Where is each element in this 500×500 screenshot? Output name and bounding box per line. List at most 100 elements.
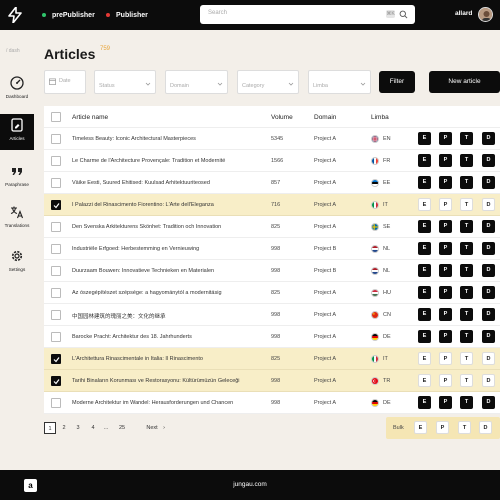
edit-button[interactable]: E xyxy=(418,242,431,255)
page-4[interactable]: 4 xyxy=(87,422,99,434)
article-name[interactable]: I Palazzi del Rinascimento Fiorentino: L… xyxy=(72,202,272,208)
table-row[interactable]: Väike Eesti, Suured Ehitised: Kuulsad Ar… xyxy=(44,172,500,194)
preview-button[interactable]: P xyxy=(439,176,452,189)
preview-button[interactable]: P xyxy=(439,396,452,409)
category-filter[interactable]: Category xyxy=(237,70,299,94)
delete-button[interactable]: D xyxy=(482,264,495,277)
delete-button[interactable]: D xyxy=(482,242,495,255)
table-row[interactable]: Az ószegépítészet szépsége: a hagyományt… xyxy=(44,282,500,304)
sidebar-item-dashboard[interactable]: Dashboard xyxy=(0,72,34,108)
page-2[interactable]: 2 xyxy=(58,422,70,434)
translate-button[interactable]: T xyxy=(460,396,473,409)
table-row[interactable]: I Palazzi del Rinascimento Fiorentino: L… xyxy=(44,194,500,216)
article-name[interactable]: Az ószegépítészet szépsége: a hagyományt… xyxy=(72,290,272,296)
translate-button[interactable]: T xyxy=(460,308,473,321)
article-name[interactable]: Le Charme de l'Architecture Provençale: … xyxy=(72,158,272,164)
edit-button[interactable]: E xyxy=(418,374,431,387)
new-article-button[interactable]: New article xyxy=(429,71,500,93)
translate-button[interactable]: T xyxy=(460,374,473,387)
delete-button[interactable]: D xyxy=(482,132,495,145)
article-name[interactable]: 中国园林建筑的瑰丽之美：文化的继承 xyxy=(72,312,272,320)
translate-button[interactable]: T xyxy=(460,154,473,167)
delete-button[interactable]: D xyxy=(482,396,495,409)
sidebar-item-settings[interactable]: Settings xyxy=(0,245,34,281)
page-25[interactable]: 25 xyxy=(116,422,128,434)
delete-button[interactable]: D xyxy=(482,374,495,387)
row-checkbox[interactable] xyxy=(51,178,61,188)
preview-button[interactable]: P xyxy=(439,286,452,299)
sidebar-item-paraphrase[interactable]: Paraphrase xyxy=(0,160,34,196)
row-checkbox[interactable] xyxy=(51,376,61,386)
row-checkbox[interactable] xyxy=(51,200,61,210)
table-row[interactable]: Barocke Pracht: Architektur des 18. Jahr… xyxy=(44,326,500,348)
page-3[interactable]: 3 xyxy=(72,422,84,434)
table-row[interactable]: Timeless Beauty: Iconic Architectural Ma… xyxy=(44,128,500,150)
row-checkbox[interactable] xyxy=(51,398,61,408)
sidebar-item-translations[interactable]: Translations xyxy=(0,201,34,237)
row-checkbox[interactable] xyxy=(51,244,61,254)
env-prepublisher[interactable]: prePublisher xyxy=(42,10,95,20)
edit-button[interactable]: E xyxy=(418,286,431,299)
breadcrumb[interactable]: / dash xyxy=(6,48,20,54)
bulk-publish-button[interactable]: P xyxy=(436,421,449,434)
row-checkbox[interactable] xyxy=(51,134,61,144)
delete-button[interactable]: D xyxy=(482,154,495,167)
user-name[interactable]: allard xyxy=(455,10,472,17)
page-1[interactable]: 1 xyxy=(44,422,56,434)
bolt-logo-icon[interactable] xyxy=(8,7,22,23)
header-article-name[interactable]: Article name xyxy=(72,114,272,121)
edit-button[interactable]: E xyxy=(418,330,431,343)
preview-button[interactable]: P xyxy=(439,220,452,233)
translate-button[interactable]: T xyxy=(460,286,473,299)
preview-button[interactable]: P xyxy=(439,352,452,365)
row-checkbox[interactable] xyxy=(51,310,61,320)
bulk-edit-button[interactable]: E xyxy=(414,421,427,434)
preview-button[interactable]: P xyxy=(439,154,452,167)
table-row[interactable]: Industriële Erfgoed: Herbestemming en Ve… xyxy=(44,238,500,260)
row-checkbox[interactable] xyxy=(51,156,61,166)
table-row[interactable]: Den Svenska Arkitekturens Skönhet: Tradi… xyxy=(44,216,500,238)
translate-button[interactable]: T xyxy=(460,242,473,255)
table-row[interactable]: Tarihi Binaların Korunması ve Restorasyo… xyxy=(44,370,500,392)
sidebar-item-articles[interactable]: Articles xyxy=(0,114,34,150)
preview-button[interactable]: P xyxy=(439,242,452,255)
search-icon[interactable] xyxy=(399,10,408,19)
preview-button[interactable]: P xyxy=(439,374,452,387)
header-volume[interactable]: Volume xyxy=(271,114,293,121)
bulk-translate-button[interactable]: T xyxy=(458,421,471,434)
delete-button[interactable]: D xyxy=(482,352,495,365)
header-domain[interactable]: Domain xyxy=(314,114,336,121)
edit-button[interactable]: E xyxy=(418,220,431,233)
delete-button[interactable]: D xyxy=(482,286,495,299)
translate-button[interactable]: T xyxy=(460,264,473,277)
article-name[interactable]: Timeless Beauty: Iconic Architectural Ma… xyxy=(72,136,272,142)
edit-button[interactable]: E xyxy=(418,396,431,409)
preview-button[interactable]: P xyxy=(439,132,452,145)
select-all-checkbox[interactable] xyxy=(51,112,61,122)
row-checkbox[interactable] xyxy=(51,354,61,364)
article-name[interactable]: Barocke Pracht: Architektur des 18. Jahr… xyxy=(72,334,272,340)
edit-button[interactable]: E xyxy=(418,264,431,277)
edit-button[interactable]: E xyxy=(418,154,431,167)
edit-button[interactable]: E xyxy=(418,132,431,145)
translate-button[interactable]: T xyxy=(460,132,473,145)
article-name[interactable]: L'Architettura Rinascimentale in Italia:… xyxy=(72,356,272,362)
translate-button[interactable]: T xyxy=(460,176,473,189)
delete-button[interactable]: D xyxy=(482,198,495,211)
row-checkbox[interactable] xyxy=(51,222,61,232)
article-name[interactable]: Industriële Erfgoed: Herbestemming en Ve… xyxy=(72,246,272,252)
table-row[interactable]: Le Charme de l'Architecture Provençale: … xyxy=(44,150,500,172)
row-checkbox[interactable] xyxy=(51,266,61,276)
preview-button[interactable]: P xyxy=(439,308,452,321)
edit-button[interactable]: E xyxy=(418,352,431,365)
table-row[interactable]: L'Architettura Rinascimentale in Italia:… xyxy=(44,348,500,370)
table-row[interactable]: Moderne Architektur im Wandel: Herausfor… xyxy=(44,392,500,414)
chevron-right-icon[interactable]: › xyxy=(160,422,168,434)
filter-button[interactable]: Filter xyxy=(379,71,415,93)
article-name[interactable]: Tarihi Binaların Korunması ve Restorasyo… xyxy=(72,378,272,384)
date-filter[interactable]: Date xyxy=(44,70,86,94)
edit-button[interactable]: E xyxy=(418,198,431,211)
preview-button[interactable]: P xyxy=(439,198,452,211)
translate-button[interactable]: T xyxy=(460,220,473,233)
delete-button[interactable]: D xyxy=(482,330,495,343)
